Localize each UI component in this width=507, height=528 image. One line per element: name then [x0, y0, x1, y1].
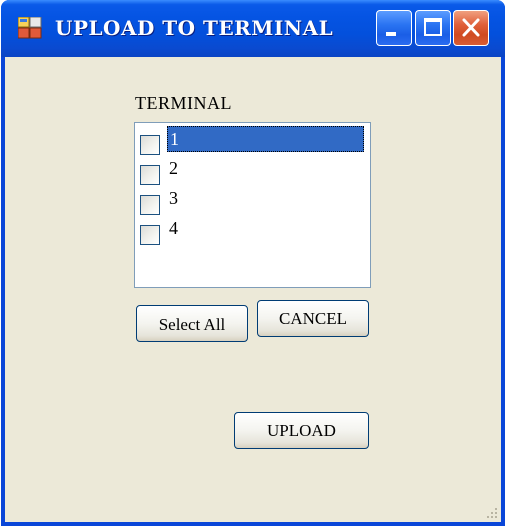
- upload-to-terminal-window: UPLOAD TO TERMINAL TERMINAL 1 2 3 4 Sele…: [1, 0, 505, 526]
- minimize-icon: [386, 32, 396, 36]
- terminal-list-item[interactable]: 4: [137, 215, 367, 245]
- maximize-button[interactable]: [415, 10, 451, 46]
- terminal-list-item[interactable]: 3: [137, 185, 367, 215]
- maximize-icon: [424, 18, 442, 36]
- terminal-checkbox[interactable]: [140, 165, 160, 185]
- close-icon: [462, 18, 480, 37]
- upload-button[interactable]: UPLOAD: [234, 412, 369, 449]
- cancel-button[interactable]: CANCEL: [257, 300, 369, 337]
- select-all-button[interactable]: Select All: [136, 305, 248, 342]
- terminal-item-label: 4: [169, 218, 178, 238]
- application-icon[interactable]: [17, 16, 42, 39]
- terminal-item-label: 2: [169, 158, 178, 178]
- title-bar[interactable]: UPLOAD TO TERMINAL: [1, 0, 505, 57]
- terminal-item-label: 3: [169, 188, 178, 208]
- terminal-list-item[interactable]: 1: [137, 125, 367, 155]
- terminal-checkbox[interactable]: [140, 135, 160, 155]
- terminal-checkbox[interactable]: [140, 225, 160, 245]
- terminal-list-item[interactable]: 2: [137, 155, 367, 185]
- dialog-client-area: TERMINAL 1 2 3 4 Select All CANCEL UPLOA…: [5, 57, 501, 522]
- minimize-button[interactable]: [376, 10, 412, 46]
- terminal-checkbox[interactable]: [140, 195, 160, 215]
- terminal-label: TERMINAL: [135, 93, 232, 113]
- resize-grip-icon[interactable]: [485, 506, 499, 520]
- window-title: UPLOAD TO TERMINAL: [55, 16, 334, 40]
- terminal-item-label: 1: [167, 126, 364, 152]
- terminal-checked-list[interactable]: 1 2 3 4: [134, 122, 371, 288]
- close-button[interactable]: [453, 10, 489, 46]
